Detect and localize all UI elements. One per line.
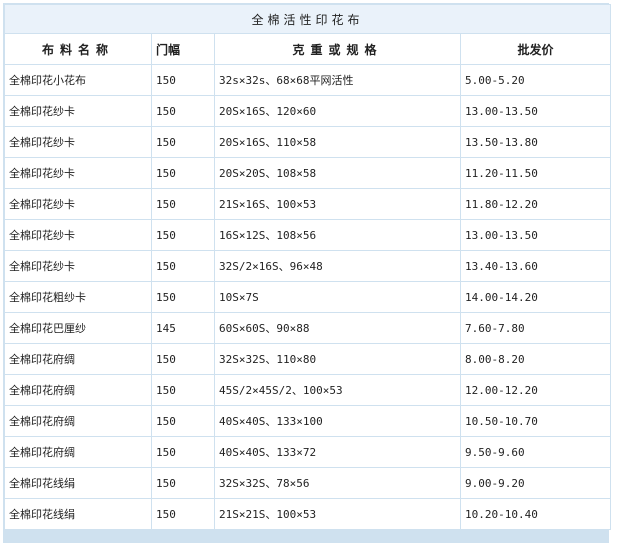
table-row: 全棉印花纱卡 150 21S×16S、100×53 11.80-12.20 <box>5 189 611 219</box>
cell-width: 150 <box>152 468 214 498</box>
table-title: 全棉活性印花布 <box>5 5 611 33</box>
table-row: 全棉印花线绢 150 21S×21S、100×53 10.20-10.40 <box>5 499 611 529</box>
cell-fabric-name: 全棉印花纱卡 <box>5 96 151 126</box>
table-row: 全棉印花纱卡 150 20S×16S、110×58 13.50-13.80 <box>5 127 611 157</box>
cell-width: 150 <box>152 375 214 405</box>
cell-spec: 40S×40S、133×72 <box>215 437 460 467</box>
cell-price: 10.50-10.70 <box>461 406 611 436</box>
cell-price: 13.00-13.50 <box>461 220 611 250</box>
header-width: 门幅 <box>152 34 214 64</box>
price-table: 全棉活性印花布 布料名称 门幅 克重或规格 批发价 全棉印花小花布 150 32s×… <box>4 4 612 530</box>
cell-price: 10.20-10.40 <box>461 499 611 529</box>
cell-fabric-name: 全棉印花府绸 <box>5 437 151 467</box>
cell-price: 13.40-13.60 <box>461 251 611 281</box>
table-row: 全棉印花纱卡 150 20S×16S、120×60 13.00-13.50 <box>5 96 611 126</box>
cell-spec: 10S×7S <box>215 282 460 312</box>
table-row: 全棉印花纱卡 150 16S×12S、108×56 13.00-13.50 <box>5 220 611 250</box>
header-fabric-name: 布料名称 <box>5 34 151 64</box>
cell-price: 7.60-7.80 <box>461 313 611 343</box>
cell-price: 13.00-13.50 <box>461 96 611 126</box>
table-row: 全棉印花府绸 150 32S×32S、110×80 8.00-8.20 <box>5 344 611 374</box>
cell-width: 150 <box>152 96 214 126</box>
table-row: 全棉印花府绸 150 40S×40S、133×100 10.50-10.70 <box>5 406 611 436</box>
cell-spec: 20S×16S、110×58 <box>215 127 460 157</box>
cell-spec: 21S×16S、100×53 <box>215 189 460 219</box>
cell-spec: 45S/2×45S/2、100×53 <box>215 375 460 405</box>
cell-spec: 21S×21S、100×53 <box>215 499 460 529</box>
cell-width: 145 <box>152 313 214 343</box>
cell-spec: 32s×32s、68×68平网活性 <box>215 65 460 95</box>
cell-spec: 20S×20S、108×58 <box>215 158 460 188</box>
cell-width: 150 <box>152 158 214 188</box>
cell-price: 8.00-8.20 <box>461 344 611 374</box>
table-row: 全棉印花线绢 150 32S×32S、78×56 9.00-9.20 <box>5 468 611 498</box>
table-row: 全棉印花粗纱卡 150 10S×7S 14.00-14.20 <box>5 282 611 312</box>
cell-spec: 40S×40S、133×100 <box>215 406 460 436</box>
cell-fabric-name: 全棉印花纱卡 <box>5 127 151 157</box>
table-row: 全棉印花纱卡 150 20S×20S、108×58 11.20-11.50 <box>5 158 611 188</box>
cell-spec: 32S×32S、78×56 <box>215 468 460 498</box>
table-row: 全棉印花府绸 150 45S/2×45S/2、100×53 12.00-12.20 <box>5 375 611 405</box>
cell-price: 13.50-13.80 <box>461 127 611 157</box>
cell-width: 150 <box>152 437 214 467</box>
cell-fabric-name: 全棉印花纱卡 <box>5 189 151 219</box>
table-row: 全棉印花巴厘纱 145 60S×60S、90×88 7.60-7.80 <box>5 313 611 343</box>
cell-width: 150 <box>152 406 214 436</box>
cell-fabric-name: 全棉印花巴厘纱 <box>5 313 151 343</box>
cell-fabric-name: 全棉印花线绢 <box>5 468 151 498</box>
cell-width: 150 <box>152 282 214 312</box>
cell-spec: 60S×60S、90×88 <box>215 313 460 343</box>
cell-price: 9.00-9.20 <box>461 468 611 498</box>
cell-fabric-name: 全棉印花府绸 <box>5 375 151 405</box>
cell-price: 9.50-9.60 <box>461 437 611 467</box>
cell-fabric-name: 全棉印花小花布 <box>5 65 151 95</box>
cell-fabric-name: 全棉印花府绸 <box>5 344 151 374</box>
cell-price: 11.80-12.20 <box>461 189 611 219</box>
cell-width: 150 <box>152 220 214 250</box>
cell-width: 150 <box>152 127 214 157</box>
table-row: 全棉印花小花布 150 32s×32s、68×68平网活性 5.00-5.20 <box>5 65 611 95</box>
cell-width: 150 <box>152 499 214 529</box>
cell-price: 12.00-12.20 <box>461 375 611 405</box>
cell-fabric-name: 全棉印花粗纱卡 <box>5 282 151 312</box>
table-row: 全棉印花纱卡 150 32S/2×16S、96×48 13.40-13.60 <box>5 251 611 281</box>
table-title-row: 全棉活性印花布 <box>5 5 611 33</box>
cell-price: 14.00-14.20 <box>461 282 611 312</box>
cell-width: 150 <box>152 251 214 281</box>
cell-width: 150 <box>152 344 214 374</box>
cell-width: 150 <box>152 189 214 219</box>
cell-fabric-name: 全棉印花纱卡 <box>5 158 151 188</box>
cell-spec: 32S×32S、110×80 <box>215 344 460 374</box>
cell-width: 150 <box>152 65 214 95</box>
table-row: 全棉印花府绸 150 40S×40S、133×72 9.50-9.60 <box>5 437 611 467</box>
cell-fabric-name: 全棉印花府绸 <box>5 406 151 436</box>
cell-fabric-name: 全棉印花纱卡 <box>5 220 151 250</box>
cell-spec: 16S×12S、108×56 <box>215 220 460 250</box>
header-spec: 克重或规格 <box>215 34 460 64</box>
cell-fabric-name: 全棉印花线绢 <box>5 499 151 529</box>
cell-price: 5.00-5.20 <box>461 65 611 95</box>
header-price: 批发价 <box>461 34 611 64</box>
cell-spec: 32S/2×16S、96×48 <box>215 251 460 281</box>
cell-price: 11.20-11.50 <box>461 158 611 188</box>
cell-spec: 20S×16S、120×60 <box>215 96 460 126</box>
table-header-row: 布料名称 门幅 克重或规格 批发价 <box>5 34 611 64</box>
cell-fabric-name: 全棉印花纱卡 <box>5 251 151 281</box>
